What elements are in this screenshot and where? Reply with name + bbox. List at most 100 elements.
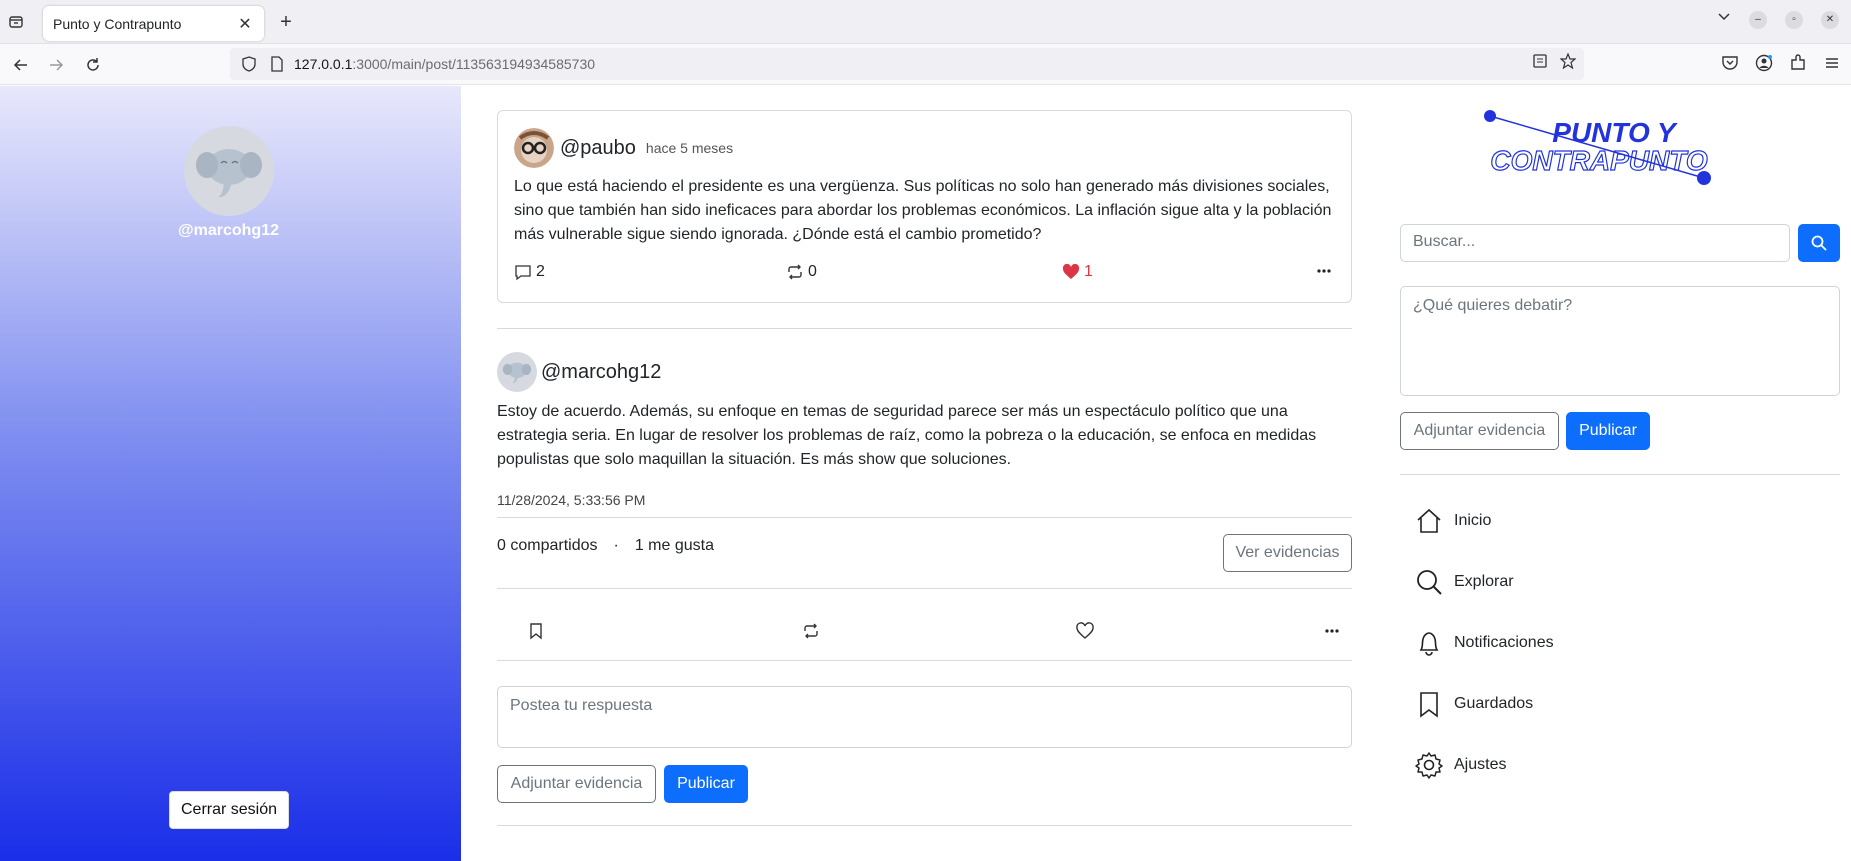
search-icon <box>1414 567 1444 597</box>
page-icon[interactable] <box>266 53 288 75</box>
close-icon[interactable]: ✕ <box>236 15 254 33</box>
comment-icon <box>515 265 531 281</box>
comment-count: 2 <box>536 263 545 280</box>
star-icon[interactable] <box>1559 52 1577 72</box>
nav-label: Guardados <box>1454 695 1534 712</box>
left-sidebar: @marcohg12 Cerrar sesión <box>0 86 461 861</box>
logo-line1: PUNTO Y <box>1552 117 1678 148</box>
logout-button[interactable]: Cerrar sesión <box>169 791 289 829</box>
nav-item-explorar[interactable]: Explorar <box>1414 567 1514 597</box>
reader-view-icon[interactable] <box>1532 53 1548 72</box>
comment-button[interactable]: 2 <box>514 263 545 281</box>
repost-button[interactable]: 0 <box>786 263 817 281</box>
main-content: @paubo hace 5 meses Lo que está haciendo… <box>497 86 1352 861</box>
avatar[interactable] <box>184 126 274 216</box>
nav-item-notificaciones[interactable]: Notificaciones <box>1414 628 1554 658</box>
repost-count: 0 <box>808 263 817 280</box>
search-button[interactable] <box>1798 224 1840 262</box>
minimize-icon[interactable]: – <box>1749 10 1767 29</box>
nav-item-inicio[interactable]: Inicio <box>1414 506 1491 536</box>
app: @marcohg12 Cerrar sesión @paubo hace 5 m <box>0 86 1851 861</box>
url-path: :3000/main/post/113563194934585730 <box>352 56 596 72</box>
divider <box>497 517 1352 518</box>
debate-textarea[interactable]: ¿Qué quieres debatir? <box>1400 286 1840 396</box>
window-controls: – ▫ ✕ <box>1717 10 1851 29</box>
divider <box>497 588 1352 589</box>
elephant-icon <box>502 362 532 384</box>
browser-tab[interactable]: Punto y Contrapunto ✕ <box>43 6 264 41</box>
bookmark-icon[interactable] <box>521 616 551 646</box>
reply-stats: 0 compartidos · 1 me gusta <box>497 537 714 555</box>
repost-icon <box>788 264 802 280</box>
post-header: @paubo hace 5 meses <box>514 128 733 168</box>
attach-evidence-button[interactable]: Adjuntar evidencia <box>497 765 656 803</box>
browser-nav-bar: 127.0.0.1:3000/main/post/113563194934585… <box>0 44 1851 85</box>
nav-label: Notificaciones <box>1454 634 1554 651</box>
post-time-ago: hace 5 meses <box>645 140 734 156</box>
search-icon <box>1811 235 1827 251</box>
reply-header: @marcohg12 <box>497 352 661 392</box>
nav-label: Explorar <box>1454 573 1514 590</box>
account-icon[interactable] <box>1755 54 1773 77</box>
divider <box>497 825 1352 826</box>
nav-item-ajustes[interactable]: Ajustes <box>1414 750 1506 780</box>
url-host: 127.0.0.1 <box>294 56 353 72</box>
post-author-handle[interactable]: @paubo <box>560 137 636 160</box>
elephant-icon <box>196 149 262 198</box>
heart-icon[interactable] <box>1070 616 1100 646</box>
tab-title: Punto y Contrapunto <box>53 15 182 32</box>
post-body: Lo que está haciendo el presidente es un… <box>514 178 1332 243</box>
gear-icon <box>1414 750 1444 780</box>
publish-reply-button[interactable]: Publicar <box>664 765 748 803</box>
nav-label: Ajustes <box>1454 756 1507 773</box>
chevron-down-icon[interactable] <box>1717 10 1731 29</box>
reply-action-row <box>497 616 1352 646</box>
like-count: 1 <box>1084 263 1093 280</box>
close-window-icon[interactable]: ✕ <box>1821 10 1839 29</box>
nav-item-guardados[interactable]: Guardados <box>1414 689 1533 719</box>
bookmark-icon <box>1414 689 1444 719</box>
nav-label: Inicio <box>1454 512 1492 529</box>
user-photo-icon <box>514 128 554 168</box>
back-icon[interactable] <box>10 54 32 76</box>
app-logo[interactable]: PUNTO Y CONTRAPUNTO <box>1482 106 1716 186</box>
bell-icon <box>1414 628 1444 658</box>
more-options-icon[interactable] <box>1317 616 1347 646</box>
repost-icon[interactable] <box>796 616 826 646</box>
avatar[interactable] <box>514 128 554 168</box>
address-bar[interactable]: 127.0.0.1:3000/main/post/113563194934585… <box>230 48 1584 80</box>
likes-count[interactable]: 1 me gusta <box>635 537 714 555</box>
reply-textarea[interactable]: Postea tu respuesta <box>497 686 1352 748</box>
divider <box>497 660 1352 661</box>
restore-icon[interactable]: ▫ <box>1785 10 1803 29</box>
reply-author-handle[interactable]: @marcohg12 <box>541 361 661 384</box>
stats-separator: · <box>613 537 619 554</box>
more-options-icon[interactable] <box>1316 263 1332 279</box>
divider <box>497 328 1352 329</box>
browser-tab-bar: Punto y Contrapunto ✕ + – ▫ ✕ <box>0 0 1851 44</box>
reload-icon[interactable] <box>82 54 104 76</box>
tab-list-icon[interactable] <box>6 12 26 32</box>
post-actions: 2 0 1 <box>514 263 1334 287</box>
shield-icon[interactable] <box>238 53 260 75</box>
menu-icon[interactable] <box>1823 54 1841 77</box>
like-button[interactable]: 1 <box>1062 263 1093 281</box>
new-tab-icon[interactable]: + <box>276 11 296 33</box>
publish-button[interactable]: Publicar <box>1566 412 1650 450</box>
reply-timestamp: 11/28/2024, 5:33:56 PM <box>497 492 646 508</box>
reply-body: Estoy de acuerdo. Además, su enfoque en … <box>497 403 1317 468</box>
logo-line2: CONTRAPUNTO <box>1490 145 1707 176</box>
home-icon <box>1414 506 1444 536</box>
pocket-icon[interactable] <box>1721 54 1739 77</box>
sidebar-username: @marcohg12 <box>178 222 279 239</box>
avatar[interactable] <box>497 352 537 392</box>
forward-icon[interactable] <box>45 54 67 76</box>
right-sidebar: PUNTO Y CONTRAPUNTO Buscar... ¿Qué quier… <box>1400 86 1840 861</box>
view-evidence-button[interactable]: Ver evidencias <box>1223 534 1352 572</box>
search-input[interactable]: Buscar... <box>1400 224 1790 262</box>
heart-filled-icon <box>1062 263 1080 279</box>
extensions-icon[interactable] <box>1789 54 1807 77</box>
attach-evidence-button[interactable]: Adjuntar evidencia <box>1400 412 1559 450</box>
shares-count[interactable]: 0 compartidos <box>497 537 598 555</box>
toolbar-icons <box>1721 54 1841 77</box>
